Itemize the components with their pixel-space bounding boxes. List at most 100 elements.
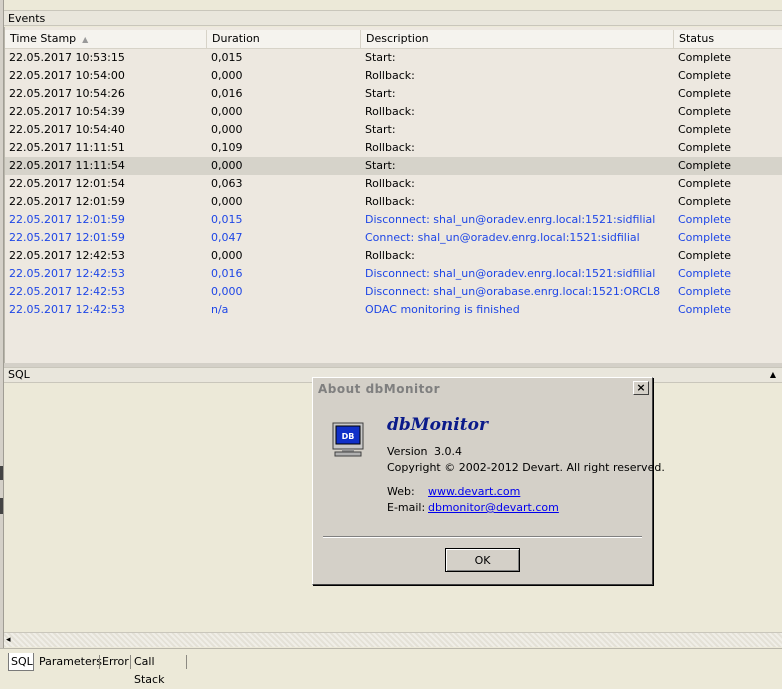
table-row[interactable]: 22.05.2017 12:01:59 0,047 Connect: shal_un… (5, 229, 782, 247)
email-link[interactable]: dbmonitor@devart.com (428, 501, 559, 514)
row-duration: 0,063 (211, 177, 243, 190)
row-duration: 0,000 (211, 285, 243, 298)
table-row[interactable]: 22.05.2017 12:42:53 0,016 Disconnect: shal… (5, 265, 782, 283)
row-duration: 0,016 (211, 87, 243, 100)
row-status: Complete (678, 123, 732, 136)
version-value: 3.0.4 (434, 445, 462, 458)
monitor-icon-label: DB (342, 432, 355, 441)
row-time-stamp: 22.05.2017 12:01:54 (9, 177, 125, 190)
row-status: Complete (678, 303, 732, 316)
row-duration: 0,015 (211, 51, 243, 64)
row-time-stamp: 22.05.2017 10:54:26 (9, 87, 125, 100)
table-row[interactable]: 22.05.2017 12:42:53 n/a ODAC monitoring is… (5, 301, 782, 319)
row-time-stamp: 22.05.2017 12:01:59 (9, 231, 125, 244)
row-status: Complete (678, 105, 732, 118)
row-time-stamp: 22.05.2017 12:01:59 (9, 195, 125, 208)
column-time-stamp[interactable]: Time Stamp ▲ (5, 30, 207, 48)
row-status: Complete (678, 159, 732, 172)
horizontal-scrollbar[interactable]: ◂ (4, 632, 782, 647)
ok-button[interactable]: OK (445, 548, 520, 572)
table-row[interactable]: 22.05.2017 12:01:59 0,015 Disconnect: shal… (5, 211, 782, 229)
events-grid[interactable]: Time Stamp ▲ Duration Description Status … (4, 27, 782, 363)
row-description: Rollback: (365, 249, 415, 262)
row-description: Rollback: (365, 177, 415, 190)
tab-error[interactable]: Error (100, 653, 130, 671)
table-row[interactable]: 22.05.2017 12:42:53 0,000 Rollback: Complet… (5, 247, 782, 265)
app-name: dbMonitor (387, 415, 488, 435)
row-duration: n/a (211, 303, 229, 316)
row-duration: 0,015 (211, 213, 243, 226)
table-row[interactable]: 22.05.2017 12:01:54 0,063 Rollback: Complet… (5, 175, 782, 193)
column-duration[interactable]: Duration (207, 30, 361, 48)
row-description: ODAC monitoring is finished (365, 303, 520, 316)
row-time-stamp: 22.05.2017 10:54:40 (9, 123, 125, 136)
left-frame-marker (0, 498, 3, 514)
web-link[interactable]: www.devart.com (428, 485, 520, 498)
row-status: Complete (678, 51, 732, 64)
events-column-header: Time Stamp ▲ Duration Description Status (5, 30, 782, 49)
dialog-divider (323, 536, 642, 538)
row-time-stamp: 22.05.2017 10:53:15 (9, 51, 125, 64)
tab-call-stack[interactable]: Call Stack (132, 653, 186, 686)
row-status: Complete (678, 69, 732, 82)
table-row[interactable]: 22.05.2017 10:54:40 0,000 Start: Complete (5, 121, 782, 139)
copyright-text: Copyright © 2002-2012 Devart. All right … (387, 461, 665, 474)
tab-separator (130, 655, 131, 669)
row-description: Disconnect: shal_un@orabase.enrg.local:1… (365, 285, 661, 298)
collapse-arrow-icon[interactable]: ▲ (770, 368, 776, 382)
row-time-stamp: 22.05.2017 10:54:00 (9, 69, 125, 82)
version-label: Version (387, 445, 428, 458)
events-rows: 22.05.2017 10:53:15 0,015 Start: Complete 22… (5, 49, 782, 319)
row-description: Start: (365, 87, 396, 100)
row-duration: 0,047 (211, 231, 243, 244)
row-status: Complete (678, 231, 732, 244)
dialog-title: About dbMonitor (315, 380, 650, 398)
web-label: Web: (387, 485, 415, 498)
sql-panel-title: SQL (8, 368, 30, 381)
monitor-icon: DB (331, 422, 365, 458)
row-status: Complete (678, 213, 732, 226)
bottom-tab-bar: SQL Parameters Error Call Stack (0, 648, 782, 686)
table-row[interactable]: 22.05.2017 11:11:51 0,109 Rollback: Complet… (5, 139, 782, 157)
sort-ascending-icon: ▲ (82, 35, 89, 44)
row-time-stamp: 22.05.2017 11:11:54 (9, 159, 125, 172)
table-row[interactable]: 22.05.2017 10:54:39 0,000 Rollback: Complet… (5, 103, 782, 121)
row-status: Complete (678, 87, 732, 100)
row-status: Complete (678, 195, 732, 208)
row-time-stamp: 22.05.2017 10:54:39 (9, 105, 125, 118)
close-button[interactable]: × (633, 381, 649, 395)
scroll-left-arrow-icon[interactable]: ◂ (6, 633, 11, 647)
row-description: Rollback: (365, 141, 415, 154)
column-status[interactable]: Status (674, 30, 782, 48)
row-time-stamp: 22.05.2017 12:42:53 (9, 285, 125, 298)
table-row[interactable]: 22.05.2017 12:42:53 0,000 Disconnect: shal… (5, 283, 782, 301)
tab-parameters[interactable]: Parameters (37, 653, 102, 671)
events-panel-header: Events (4, 10, 782, 26)
table-row[interactable]: 22.05.2017 11:11:54 0,000 Start: Complete (5, 157, 782, 175)
column-description[interactable]: Description (361, 30, 674, 48)
row-status: Complete (678, 141, 732, 154)
row-description: Rollback: (365, 69, 415, 82)
row-description: Rollback: (365, 105, 415, 118)
row-time-stamp: 22.05.2017 11:11:51 (9, 141, 125, 154)
row-description: Start: (365, 159, 396, 172)
row-status: Complete (678, 249, 732, 262)
table-row[interactable]: 22.05.2017 10:54:26 0,016 Start: Complete (5, 85, 782, 103)
table-row[interactable]: 22.05.2017 10:53:15 0,015 Start: Complete (5, 49, 782, 67)
tab-sql[interactable]: SQL (8, 653, 34, 671)
row-status: Complete (678, 285, 732, 298)
row-duration: 0,000 (211, 249, 243, 262)
row-description: Rollback: (365, 195, 415, 208)
about-dialog: About dbMonitor × DB dbMonitor Version 3… (312, 377, 665, 585)
row-description: Connect: shal_un@oradev.enrg.local:1521:… (365, 231, 640, 244)
row-duration: 0,109 (211, 141, 243, 154)
row-duration: 0,000 (211, 105, 243, 118)
tab-separator (186, 655, 187, 669)
row-time-stamp: 22.05.2017 12:42:53 (9, 267, 125, 280)
row-description: Start: (365, 51, 396, 64)
table-row[interactable]: 22.05.2017 12:01:59 0,000 Rollback: Complet… (5, 193, 782, 211)
row-time-stamp: 22.05.2017 12:01:59 (9, 213, 125, 226)
left-frame-marker (0, 466, 3, 480)
row-duration: 0,016 (211, 267, 243, 280)
table-row[interactable]: 22.05.2017 10:54:00 0,000 Rollback: Complet… (5, 67, 782, 85)
